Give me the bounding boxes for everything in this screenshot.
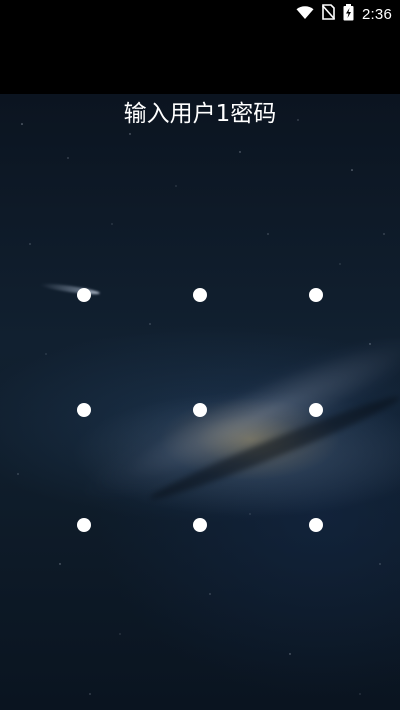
wifi-icon [296, 5, 314, 24]
pattern-dot-1-3[interactable] [309, 288, 323, 302]
pattern-dot-3-2[interactable] [193, 518, 207, 532]
pattern-dot-3-3[interactable] [309, 518, 323, 532]
status-time: 2:36 [362, 5, 392, 23]
top-black-band [0, 28, 400, 94]
pattern-dot-2-3[interactable] [309, 403, 323, 417]
no-sim-icon [321, 4, 336, 24]
status-bar: 2:36 [0, 0, 400, 28]
pattern-dot-1-2[interactable] [193, 288, 207, 302]
pattern-lock-grid[interactable] [26, 237, 374, 583]
battery-charging-icon [343, 3, 354, 25]
pattern-dot-2-2[interactable] [193, 403, 207, 417]
pattern-prompt-title: 输入用户1密码 [123, 101, 277, 127]
pattern-dot-2-1[interactable] [77, 403, 91, 417]
status-icons: 2:36 [296, 0, 392, 28]
pattern-dot-3-1[interactable] [77, 518, 91, 532]
pattern-dot-1-1[interactable] [77, 288, 91, 302]
